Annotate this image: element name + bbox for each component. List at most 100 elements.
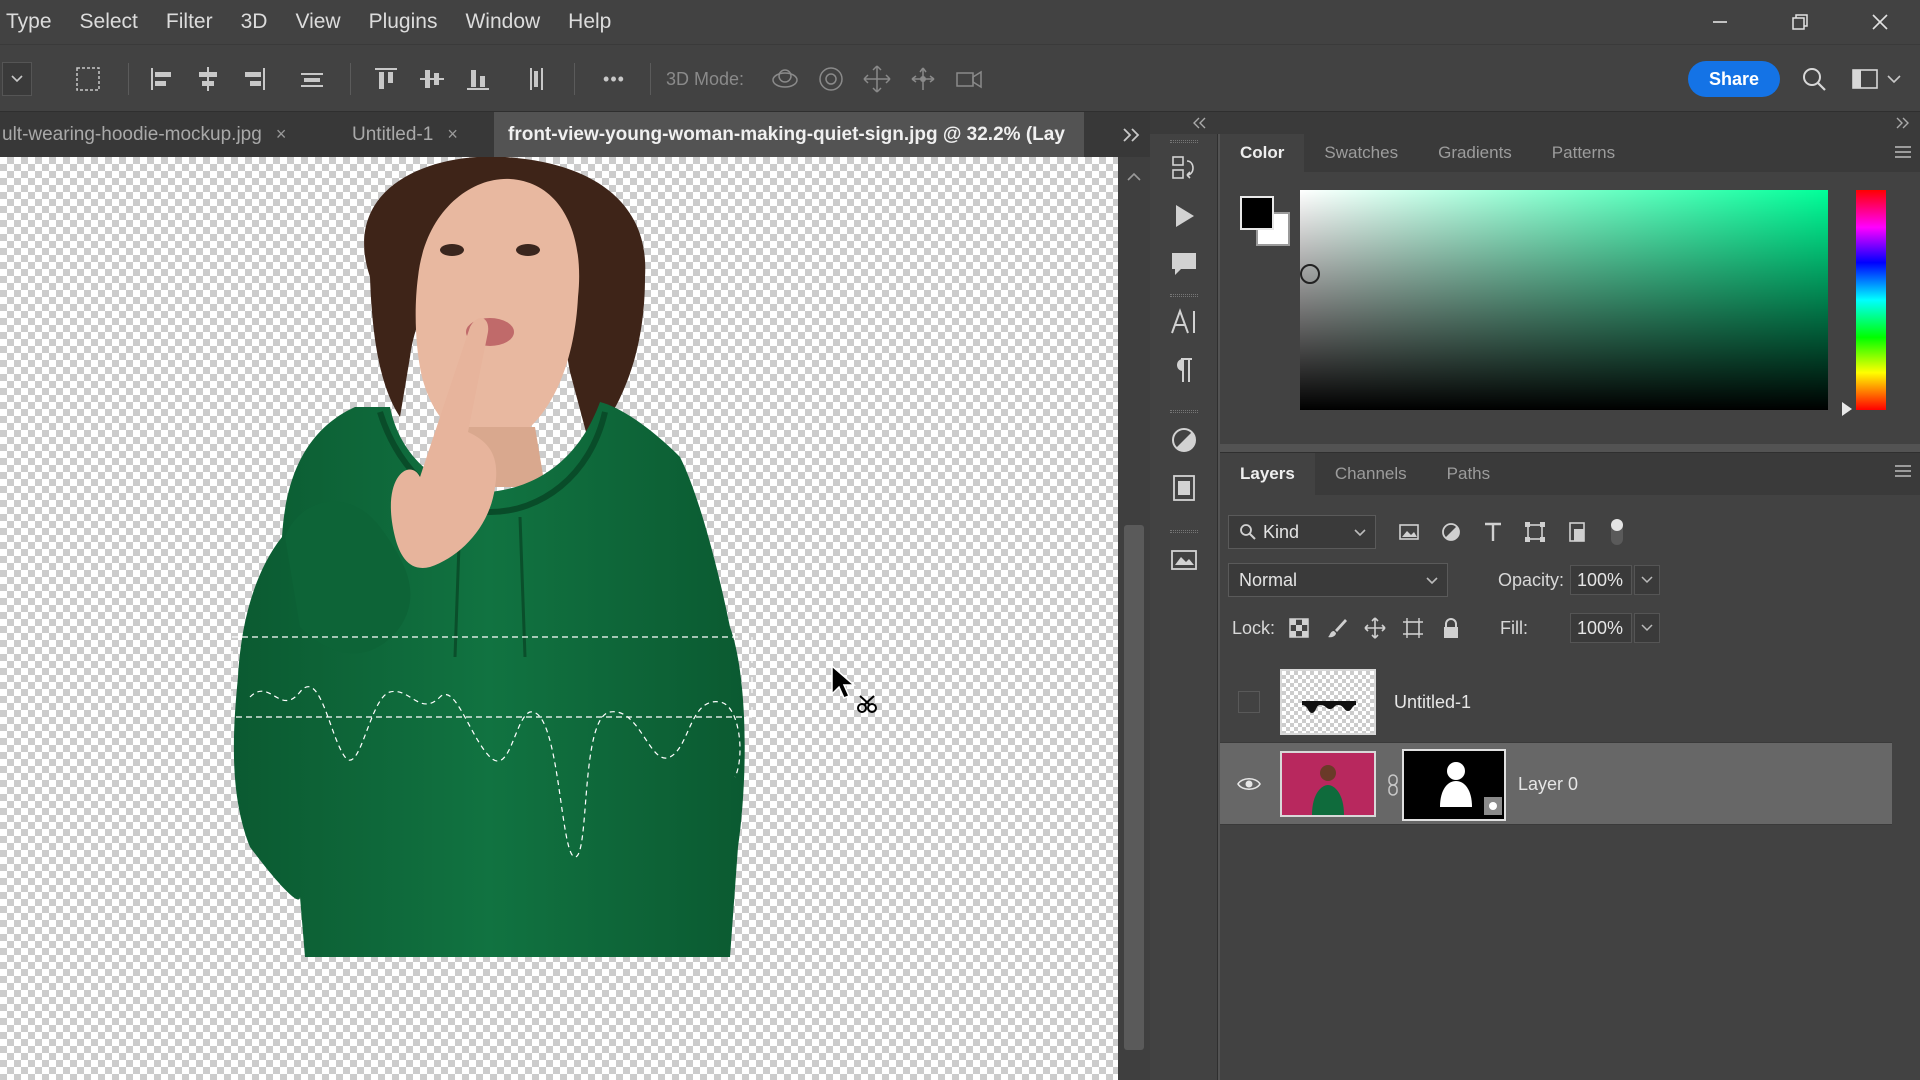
chain-link-icon[interactable] bbox=[1386, 773, 1400, 797]
layer-visibility-toggle[interactable] bbox=[1236, 771, 1262, 797]
minimize-button[interactable] bbox=[1680, 0, 1760, 44]
menu-plugins[interactable]: Plugins bbox=[355, 0, 452, 44]
tab-patterns[interactable]: Patterns bbox=[1532, 134, 1635, 172]
tab-paths[interactable]: Paths bbox=[1427, 453, 1510, 495]
doc-tab-untitled-1[interactable]: Untitled-1 × bbox=[340, 112, 490, 157]
align-left-button[interactable] bbox=[144, 45, 180, 113]
tab-channels[interactable]: Channels bbox=[1315, 453, 1427, 495]
menu-help[interactable]: Help bbox=[554, 0, 625, 44]
align-bottom-button[interactable] bbox=[460, 45, 496, 113]
foreground-color-swatch[interactable] bbox=[1240, 196, 1274, 230]
canvas-image bbox=[231, 157, 753, 957]
menu-select[interactable]: Select bbox=[66, 0, 152, 44]
layer-row-layer-0[interactable]: Layer 0 bbox=[1220, 743, 1892, 825]
distribute-vertical-button[interactable] bbox=[518, 45, 554, 113]
fill-value[interactable]: 100% bbox=[1570, 613, 1632, 643]
panel-menu-icon[interactable] bbox=[1894, 463, 1912, 479]
tab-close-icon[interactable]: × bbox=[447, 124, 458, 145]
menu-window[interactable]: Window bbox=[451, 0, 554, 44]
filter-shape-layers-button[interactable] bbox=[1522, 519, 1548, 545]
tab-overflow-button[interactable] bbox=[1112, 112, 1150, 157]
tab-color[interactable]: Color bbox=[1220, 134, 1305, 172]
more-options-button[interactable]: ••• bbox=[594, 45, 634, 113]
share-button[interactable]: Share bbox=[1688, 61, 1780, 97]
color-panel: Color Swatches Gradients Patterns bbox=[1220, 134, 1920, 444]
align-middle-button[interactable] bbox=[414, 45, 450, 113]
character-panel-button[interactable] bbox=[1166, 304, 1202, 340]
filter-type-layers-button[interactable] bbox=[1480, 519, 1506, 545]
scrollbar-thumb[interactable] bbox=[1124, 525, 1144, 1050]
lock-transparent-pixels-button[interactable] bbox=[1286, 615, 1312, 641]
layers-panel-tabs: Layers Channels Paths bbox=[1220, 453, 1920, 495]
lock-all-button[interactable] bbox=[1438, 615, 1464, 641]
distribute-horizontal-button[interactable] bbox=[294, 45, 330, 113]
workspace-icon bbox=[1852, 69, 1878, 89]
filter-pixel-layers-button[interactable] bbox=[1396, 519, 1422, 545]
chevron-down-icon bbox=[1641, 576, 1653, 584]
paragraph-panel-button[interactable] bbox=[1166, 352, 1202, 388]
color-field-cursor[interactable] bbox=[1300, 264, 1320, 284]
opacity-value[interactable]: 100% bbox=[1570, 565, 1632, 595]
doc-tab-hoodie-mockup[interactable]: ult-wearing-hoodie-mockup.jpg × bbox=[0, 112, 330, 157]
layer-row-untitled-1[interactable]: Untitled-1 bbox=[1220, 661, 1892, 743]
layer-filter-kind-dropdown[interactable]: Kind bbox=[1228, 515, 1376, 549]
filter-adjustment-layers-button[interactable] bbox=[1438, 519, 1464, 545]
align-top-icon bbox=[375, 68, 397, 89]
collapse-right-icon[interactable] bbox=[1892, 116, 1912, 130]
libraries-panel-button[interactable] bbox=[1166, 540, 1202, 576]
lock-artboard-button[interactable] bbox=[1400, 615, 1426, 641]
face-shape bbox=[415, 178, 580, 446]
3d-pan-button[interactable] bbox=[858, 45, 896, 113]
tab-gradients[interactable]: Gradients bbox=[1418, 134, 1532, 172]
menu-view[interactable]: View bbox=[281, 0, 354, 44]
hue-slider[interactable] bbox=[1856, 190, 1886, 410]
comments-panel-button[interactable] bbox=[1166, 246, 1202, 282]
doc-tab-active-quiet-sign[interactable]: front-view-young-woman-making-quiet-sign… bbox=[494, 112, 1084, 157]
collapse-left-icon[interactable] bbox=[1190, 116, 1210, 130]
filter-smart-objects-button[interactable] bbox=[1564, 519, 1590, 545]
transform-controls-button[interactable] bbox=[70, 45, 106, 113]
opacity-dropdown-button[interactable] bbox=[1634, 565, 1660, 595]
layer-visibility-toggle[interactable] bbox=[1236, 689, 1262, 715]
adjustments-panel-button[interactable] bbox=[1166, 422, 1202, 458]
layer-mask-thumbnail[interactable] bbox=[1402, 749, 1506, 821]
3d-scale-button[interactable] bbox=[950, 45, 988, 113]
color-picker-field[interactable] bbox=[1300, 190, 1828, 410]
fill-dropdown-button[interactable] bbox=[1634, 613, 1660, 643]
lock-image-pixels-button[interactable] bbox=[1324, 615, 1350, 641]
layer-name[interactable]: Layer 0 bbox=[1518, 743, 1578, 825]
lock-position-button[interactable] bbox=[1362, 615, 1388, 641]
tool-preset-dropdown[interactable] bbox=[0, 45, 34, 113]
properties-panel-button[interactable] bbox=[1166, 470, 1202, 506]
tab-layers[interactable]: Layers bbox=[1220, 453, 1315, 495]
lock-fill-row: Lock: Fill: 100% bbox=[1220, 605, 1920, 651]
tab-swatches[interactable]: Swatches bbox=[1304, 134, 1418, 172]
close-icon bbox=[1872, 14, 1888, 30]
scroll-up-icon bbox=[1127, 172, 1141, 181]
close-window-button[interactable] bbox=[1840, 0, 1920, 44]
align-right-button[interactable] bbox=[236, 45, 272, 113]
3d-orbit-button[interactable] bbox=[766, 45, 804, 113]
minimize-icon bbox=[1713, 21, 1727, 23]
menu-filter[interactable]: Filter bbox=[152, 0, 227, 44]
align-center-button[interactable] bbox=[190, 45, 226, 113]
panel-menu-icon[interactable] bbox=[1894, 144, 1912, 160]
canvas-scrollbar[interactable] bbox=[1118, 157, 1150, 1080]
layer-name[interactable]: Untitled-1 bbox=[1394, 661, 1471, 743]
document-canvas[interactable] bbox=[0, 157, 1118, 1080]
history-panel-button[interactable] bbox=[1166, 150, 1202, 186]
3d-roll-button[interactable] bbox=[812, 45, 850, 113]
blend-mode-dropdown[interactable]: Normal bbox=[1228, 563, 1448, 597]
tab-close-icon[interactable]: × bbox=[276, 124, 287, 145]
workspace-switcher[interactable] bbox=[1846, 45, 1906, 113]
hue-slider-marker[interactable] bbox=[1842, 402, 1852, 416]
actions-panel-button[interactable] bbox=[1166, 198, 1202, 234]
restore-button[interactable] bbox=[1760, 0, 1840, 44]
filter-toggle-switch[interactable] bbox=[1604, 519, 1630, 545]
menu-bar: Type Select Filter 3D View Plugins Windo… bbox=[0, 0, 1920, 44]
search-button[interactable] bbox=[1796, 45, 1832, 113]
3d-slide-button[interactable] bbox=[904, 45, 942, 113]
menu-type[interactable]: Type bbox=[0, 0, 66, 44]
align-top-button[interactable] bbox=[368, 45, 404, 113]
menu-3d[interactable]: 3D bbox=[227, 0, 282, 44]
